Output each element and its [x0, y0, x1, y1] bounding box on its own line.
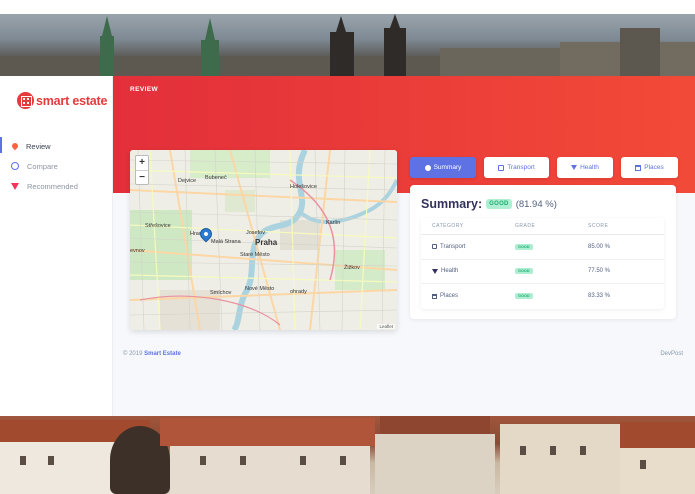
map-label: Praha [255, 238, 278, 247]
bus-icon [432, 244, 437, 250]
summary-title: Summary: [421, 197, 483, 211]
sidebar-item-compare[interactable]: Compare [0, 156, 113, 176]
score-table: CATEGORY GRADE SCORE Transport GOOD 85.0… [421, 218, 664, 309]
brand-logo[interactable]: smart estate [17, 92, 107, 109]
sidebar-item-recommended[interactable]: Recommended [0, 176, 113, 196]
background-photo-bottom [0, 416, 695, 494]
heart-icon [571, 165, 578, 170]
tab-transport[interactable]: Transport [484, 157, 549, 178]
table-row: Health GOOD 77.50 % [421, 260, 664, 284]
store-icon [432, 293, 437, 299]
map-label: Žižkov [344, 265, 360, 271]
zoom-out-button[interactable]: − [136, 170, 148, 184]
brand-name: smart estate [36, 93, 108, 108]
map-label: Holešovice [290, 184, 317, 190]
map-label: Karlín [326, 220, 341, 226]
column-header-grade: GRADE [515, 223, 536, 229]
compass-icon [11, 162, 19, 170]
zoom-control: + − [135, 155, 149, 185]
map-label: Staré Město [240, 252, 270, 258]
category-tabs: Summary Transport Health Places [410, 157, 678, 178]
grade-badge: GOOD [515, 268, 533, 275]
map-label: Nové Město [245, 286, 275, 292]
tab-label: Health [580, 164, 599, 171]
zoom-in-button[interactable]: + [136, 156, 148, 170]
grade-cell: GOOD [515, 243, 588, 250]
grade-cell: GOOD [515, 268, 588, 275]
pin-icon [10, 141, 20, 151]
footer-brand-link[interactable]: Smart Estate [144, 351, 181, 357]
score-cell: 85.00 % [588, 243, 611, 250]
grade-cell: GOOD [515, 293, 588, 300]
map-label: ohrady [290, 289, 307, 295]
map-label: Malá Strana [211, 239, 241, 245]
category-label: Transport [440, 243, 466, 250]
category-cell: Health [421, 268, 515, 274]
column-header-score: SCORE [588, 223, 609, 229]
category-cell: Places [421, 293, 515, 299]
summary-card: Summary: GOOD (81.94 %) CATEGORY GRADE S… [410, 185, 676, 319]
background-photo-top [0, 14, 695, 76]
map-label: Střešovice [145, 223, 171, 229]
heart-icon [432, 268, 438, 274]
tab-label: Summary [433, 164, 462, 171]
tab-label: Transport [507, 164, 535, 171]
summary-header: Summary: GOOD (81.94 %) [421, 197, 557, 211]
map-label: Josefov [246, 230, 265, 236]
grade-badge: GOOD [515, 293, 533, 300]
gem-icon [11, 182, 19, 190]
tab-summary[interactable]: Summary [410, 157, 476, 178]
sidebar-item-review[interactable]: Review [0, 136, 113, 156]
map-label: Smíchov [210, 290, 232, 296]
grade-badge: GOOD [515, 243, 533, 250]
dot-icon [424, 164, 431, 171]
store-icon [635, 164, 642, 171]
page-title: REVIEW [130, 86, 159, 93]
top-margin [0, 0, 695, 14]
footer-copyright: © 2019 Smart Estate [123, 351, 181, 357]
tab-places[interactable]: Places [621, 157, 678, 178]
sidebar-item-label: Recommended [27, 181, 78, 191]
category-cell: Transport [421, 244, 515, 250]
summary-score: (81.94 %) [515, 198, 557, 210]
bus-icon [498, 164, 505, 171]
table-row: Transport GOOD 85.00 % [421, 235, 664, 260]
sidebar: smart estate Review Compare Recommended [0, 76, 113, 416]
map-label: Bubeneč [205, 175, 227, 181]
map-label: Dejvice [178, 178, 197, 184]
table-row: Places GOOD 83.33 % [421, 284, 664, 309]
city-map[interactable]: + − Dejvice Bubeneč Holešovice Karlín St… [130, 150, 397, 330]
building-icon [17, 92, 34, 109]
sidebar-item-label: Compare [27, 161, 58, 171]
grade-badge: GOOD [486, 199, 512, 209]
sidebar-nav: Review Compare Recommended [0, 136, 113, 196]
category-label: Health [441, 268, 459, 275]
copyright-text: © 2019 [123, 351, 143, 357]
score-cell: 83.33 % [588, 293, 611, 300]
column-header-category: CATEGORY [432, 223, 464, 229]
category-label: Places [440, 293, 459, 300]
tab-health[interactable]: Health [557, 157, 613, 178]
score-cell: 77.50 % [588, 268, 611, 275]
tab-label: Places [644, 164, 664, 171]
map-label: evnov [130, 248, 145, 254]
table-header: CATEGORY GRADE SCORE [421, 218, 664, 235]
sidebar-item-label: Review [26, 141, 51, 151]
devpost-link[interactable]: DevPost [660, 351, 683, 357]
main-content: REVIEW + − Dejvice Bubeneč Holešovice Ka… [113, 76, 695, 416]
map-attribution[interactable]: Leaflet [377, 324, 395, 329]
